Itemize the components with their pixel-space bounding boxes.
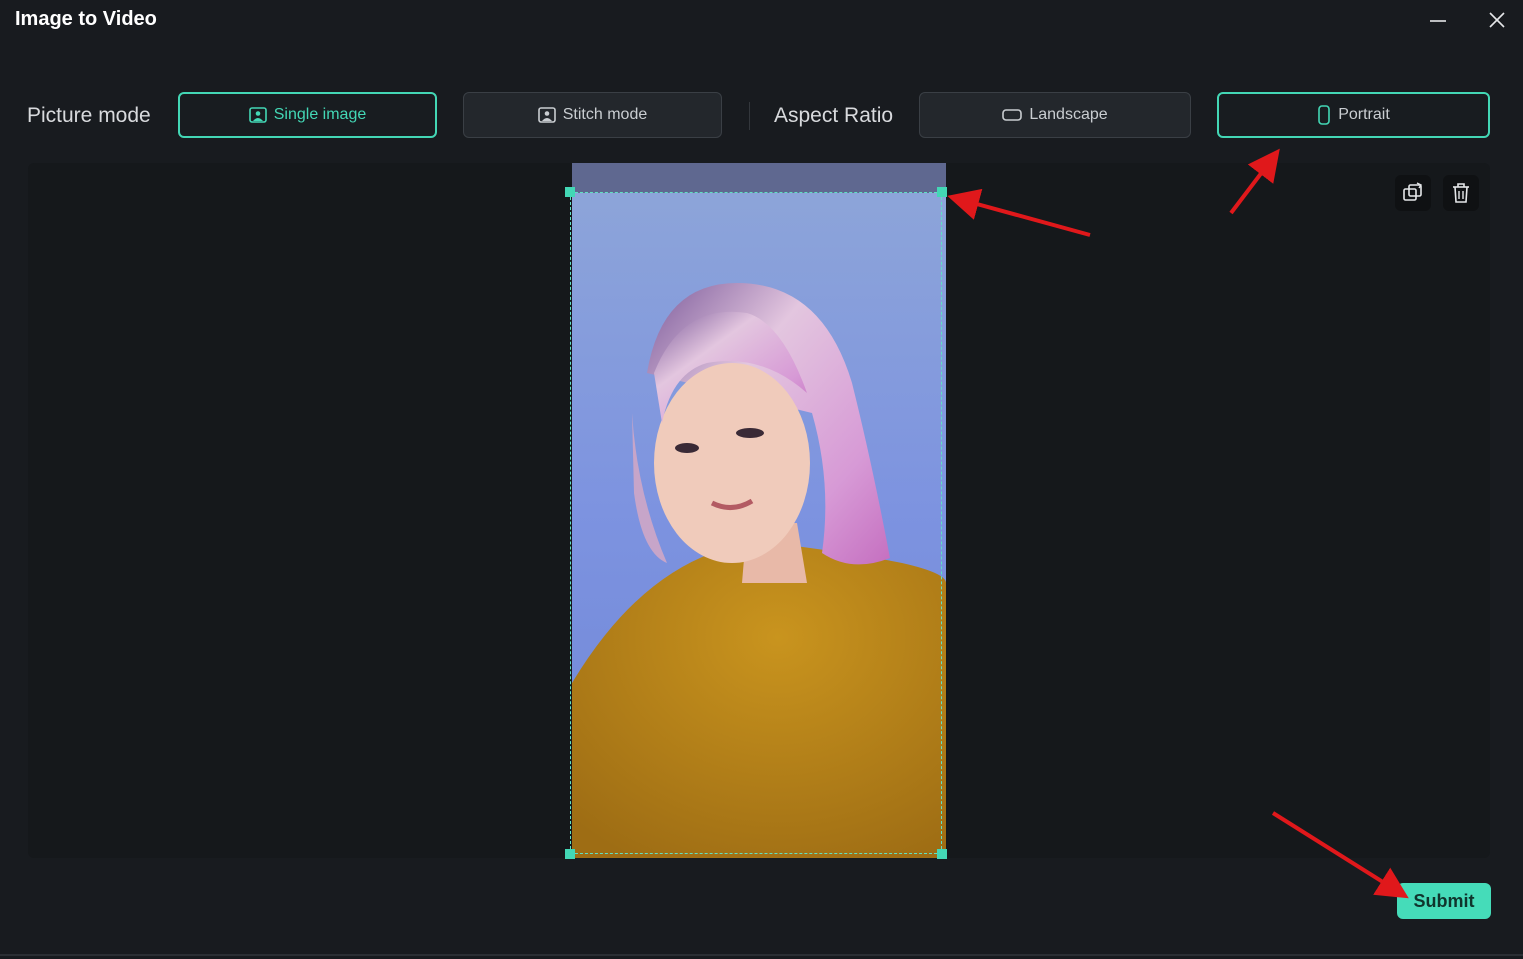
divider xyxy=(749,102,750,130)
portrait-label: Portrait xyxy=(1338,106,1390,123)
minimize-button[interactable] xyxy=(1423,6,1453,34)
picture-mode-label: Picture mode xyxy=(27,104,151,127)
image-icon xyxy=(248,107,267,123)
portrait-button[interactable]: Portrait xyxy=(1217,92,1490,138)
crop-selection[interactable] xyxy=(570,192,942,854)
single-image-button[interactable]: Single image xyxy=(178,92,437,138)
aspect-ratio-label: Aspect Ratio xyxy=(774,104,894,127)
replace-image-button[interactable] xyxy=(1395,175,1431,211)
stitch-mode-label: Stitch mode xyxy=(562,106,648,123)
close-button[interactable] xyxy=(1482,6,1512,34)
landscape-button[interactable]: Landscape xyxy=(919,92,1191,138)
crop-handle-bottom-right[interactable] xyxy=(937,849,947,859)
close-icon xyxy=(1489,12,1505,28)
minimize-icon xyxy=(1430,20,1446,22)
delete-button[interactable] xyxy=(1443,175,1479,211)
trash-icon xyxy=(1453,183,1469,203)
crop-handle-top-left[interactable] xyxy=(565,187,575,197)
crop-handle-top-right[interactable] xyxy=(937,187,947,197)
title-bar: Image to Video xyxy=(0,0,1523,44)
stitch-mode-button[interactable]: Stitch mode xyxy=(463,92,722,138)
crop-handle-bottom-left[interactable] xyxy=(565,849,575,859)
window-title: Image to Video xyxy=(15,8,157,30)
portrait-icon xyxy=(1318,105,1331,125)
submit-button[interactable]: Submit xyxy=(1397,883,1491,919)
landscape-label: Landscape xyxy=(1029,106,1108,123)
image-icon xyxy=(537,107,556,123)
landscape-icon xyxy=(1002,109,1023,121)
single-image-label: Single image xyxy=(273,106,367,123)
replace-image-icon xyxy=(1403,182,1423,201)
bottom-border xyxy=(0,954,1523,956)
